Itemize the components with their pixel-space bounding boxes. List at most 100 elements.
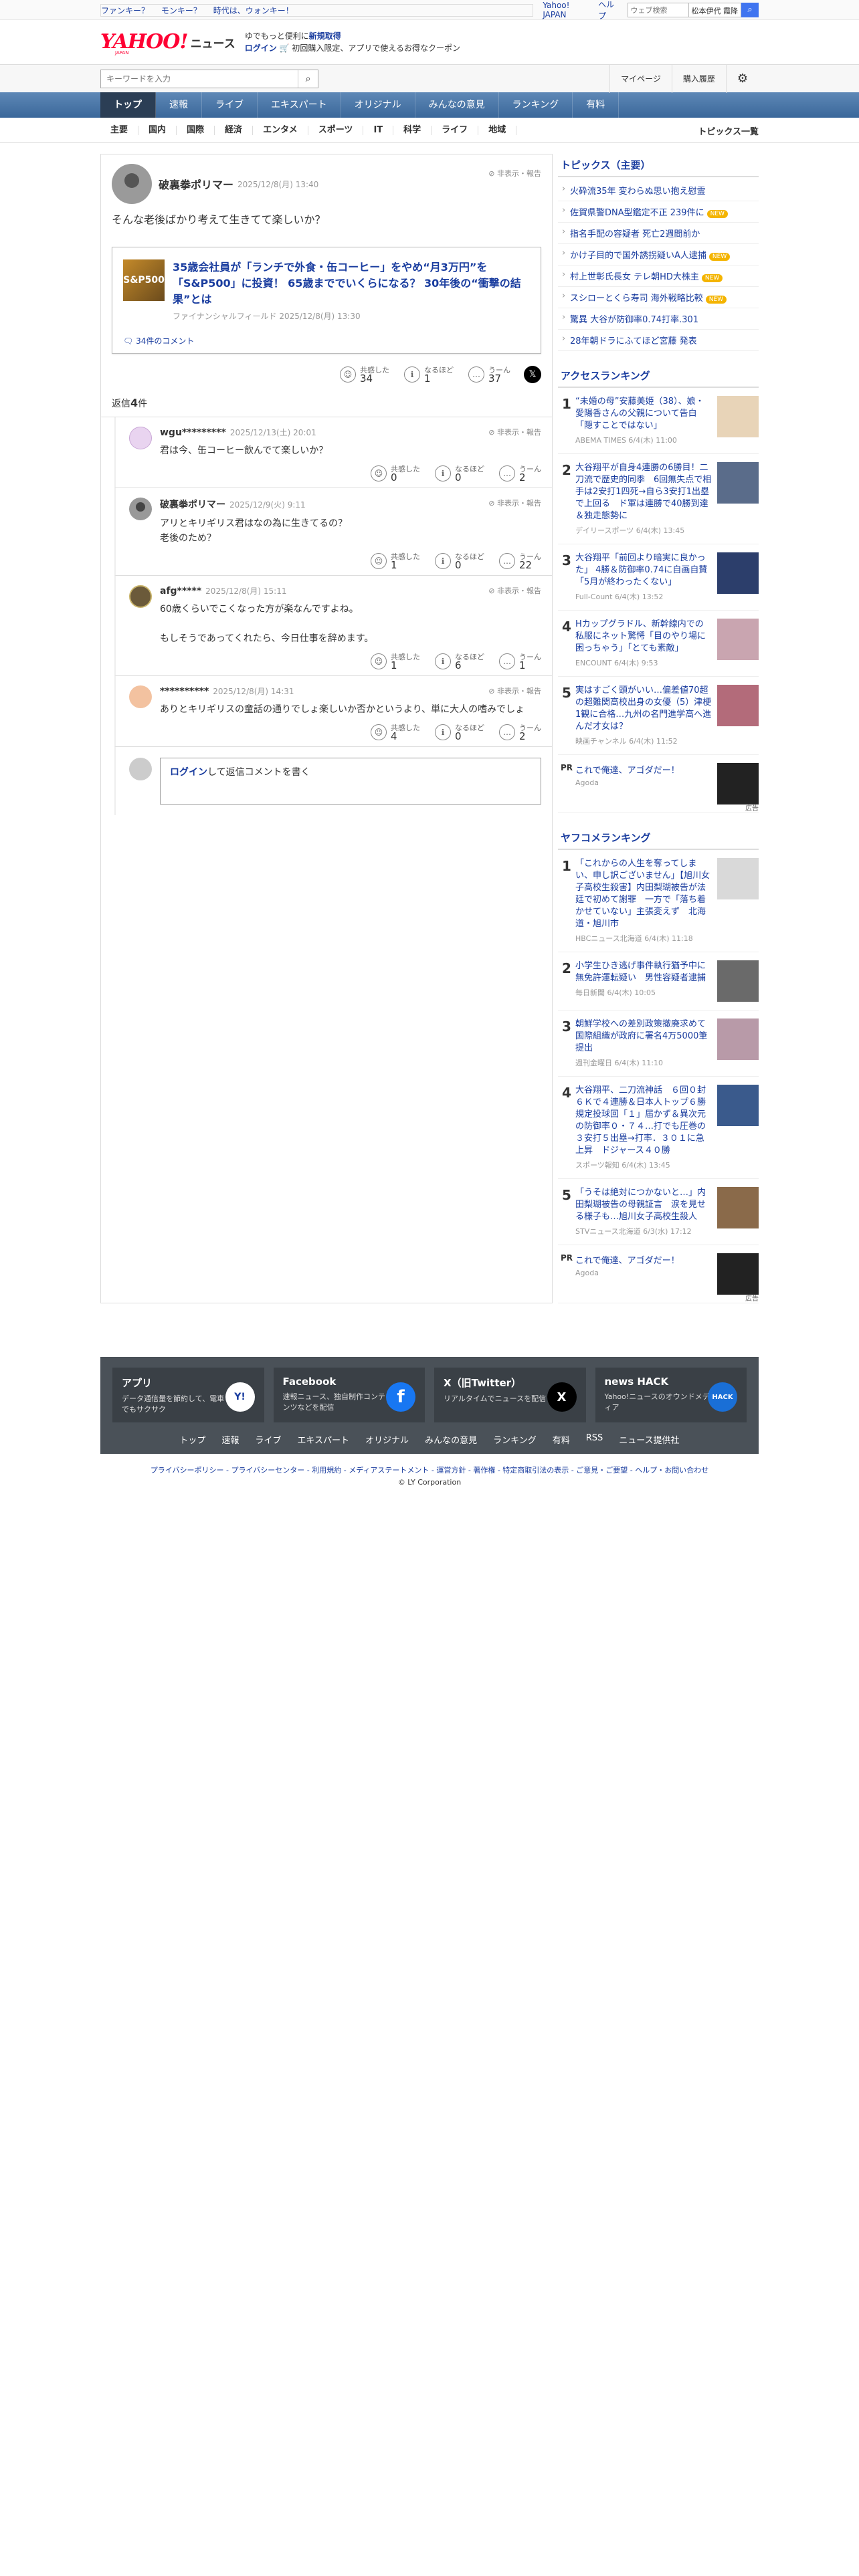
topic-link[interactable]: 佐賀県警DNA型鑑定不正 239件に	[570, 208, 704, 218]
keyword-input[interactable]	[101, 70, 298, 88]
footer-link[interactable]: エキスパート	[289, 1433, 357, 1446]
topic-link[interactable]: かけ子目的で国外誘拐疑いA人逮捕	[570, 251, 706, 261]
hmm-button[interactable]: … うーん 2	[499, 465, 541, 483]
rank-title[interactable]: 大谷翔平「前回より暗実に良かった」 4勝＆防御率0.74に自画自賛「5月が終わっ…	[575, 552, 712, 588]
insight-button[interactable]: ℹ なるほど 0	[435, 552, 484, 570]
empathy-button[interactable]: ☺ 共感した 0	[371, 465, 420, 483]
hmm-button[interactable]: … うーん 37	[468, 366, 510, 384]
topic-link[interactable]: 28年朝ドラにふてほど宮藤 発表	[570, 336, 697, 346]
footer-x-card[interactable]: X（旧Twitter） リアルタイムでニュースを配信 X	[434, 1368, 586, 1422]
web-search-input[interactable]	[627, 3, 689, 17]
footer-link[interactable]: みんなの意見	[417, 1433, 485, 1446]
empathy-button[interactable]: ☺ 共感した 4	[371, 724, 420, 742]
subnav-life[interactable]: ライフ	[432, 126, 479, 135]
rank-title[interactable]: 朝鮮学校への差別政策撤廃求めて国際組織が政府に署名4万5000筆提出	[575, 1018, 712, 1055]
ranking-item[interactable]: 1 「これからの人生を奪ってしまい、申し訳ございません」【旭川女子高校生殺害】内田…	[558, 850, 759, 952]
nav-ranking[interactable]: ランキング	[499, 92, 573, 118]
footer-link[interactable]: ランキング	[485, 1433, 545, 1446]
topic-item[interactable]: スシローとくら寿司 海外戦略比較NEW	[558, 287, 759, 308]
subnav-entertainment[interactable]: エンタメ	[253, 126, 308, 135]
ranking-item[interactable]: 2 小学生ひき逃げ事件執行猶予中に無免許運転疑い 男性容疑者逮捕 毎日新聞 6/4(…	[558, 952, 759, 1010]
yahoo-japan-link[interactable]: Yahoo! JAPAN	[543, 1, 589, 19]
search-icon[interactable]: ⌕	[298, 70, 318, 88]
rank-title[interactable]: 実はすごく頭がいい…偏差値70超の超難関高校出身の女優（5）津梗1観に合格…九州…	[575, 685, 712, 733]
nav-paid[interactable]: 有料	[573, 92, 619, 118]
article-title[interactable]: 35歳会社員が「ランチで外食・缶コーヒー」をやめ“月3万円”を「S&P500」に…	[173, 259, 530, 308]
footer-facebook-card[interactable]: Facebook 速報ニュース、独自制作コンテンツなどを配信 f	[273, 1368, 425, 1422]
nav-original[interactable]: オリジナル	[341, 92, 415, 118]
ranking-item[interactable]: 5 「うそは絶対につかないと…」内田梨瑚被告の母親証言 涙を見せる様子も…旭川女子…	[558, 1179, 759, 1245]
rank-title[interactable]: “未婚の母”安藤美姫（38）、娘・愛陽香さんの父親について告白「隠すことではない…	[575, 396, 712, 432]
signup-link[interactable]: 新規取得	[309, 31, 341, 41]
subnav-it[interactable]: IT	[363, 126, 394, 135]
search-icon[interactable]: ⌕	[741, 3, 759, 17]
legal-links-text[interactable]: プライバシーポリシー - プライバシーセンター - 利用規約 - メディアステー…	[100, 1465, 759, 1477]
nav-top[interactable]: トップ	[100, 92, 156, 118]
x-share-icon[interactable]: 𝕏	[524, 366, 541, 383]
subnav-science[interactable]: 科学	[393, 126, 432, 135]
history-link[interactable]: 購入履歴	[671, 65, 726, 93]
rank-title[interactable]: 大谷翔平が自身4連勝の6勝目！二刀流で歴史的同季 6回無失点で相手は2安打1四死…	[575, 462, 712, 522]
footer-link[interactable]: ライブ	[247, 1433, 289, 1446]
reply-input[interactable]: ログインして返信コメントを書く	[160, 758, 541, 804]
gear-icon[interactable]: ⚙	[725, 65, 759, 93]
ranking-item[interactable]: 3 大谷翔平「前回より暗実に良かった」 4勝＆防御率0.74に自画自賛「5月が終わ…	[558, 544, 759, 611]
footer-link[interactable]: RSS	[578, 1433, 611, 1446]
nav-expert[interactable]: エキスパート	[258, 92, 341, 118]
topic-link[interactable]: 村上世彰氏長女 テレ朝HD大株主	[570, 272, 699, 282]
rank-title[interactable]: Hカップグラドル、新幹線内での私服にネット驚愕「目のやり場に困っちゃう」「とても…	[575, 619, 712, 655]
topic-item[interactable]: かけ子目的で国外誘拐疑いA人逮捕NEW	[558, 244, 759, 265]
footer-link[interactable]: 有料	[545, 1433, 578, 1446]
footer-link[interactable]: ニュース提供社	[611, 1433, 687, 1446]
rank-title[interactable]: 「これからの人生を奪ってしまい、申し訳ございません」【旭川女子高校生殺害】内田梨…	[575, 858, 712, 930]
insight-button[interactable]: ℹ なるほど 0	[435, 465, 484, 483]
report-link[interactable]: ⊘ 非表示・報告	[488, 585, 541, 596]
pr-title[interactable]: これで俺達、アゴダだー！	[575, 763, 717, 776]
ranking-item[interactable]: 1 “未婚の母”安藤美姫（38）、娘・愛陽香さんの父親について告白「隠すことではな…	[558, 388, 759, 454]
article-comments-link[interactable]: 🗨 34件のコメント	[123, 335, 530, 346]
topic-item[interactable]: 火砕流35年 変わらぬ思い抱え慰霊	[558, 180, 759, 201]
search-scope-select[interactable]: 松本伊代 霞降	[688, 3, 741, 17]
mypage-link[interactable]: マイページ	[609, 65, 672, 93]
nav-live[interactable]: ライブ	[202, 92, 258, 118]
topic-item[interactable]: 驚異 大谷が防御率0.74打率.301	[558, 308, 759, 330]
ranking-item[interactable]: 4 Hカップグラドル、新幹線内での私服にネット驚愕「目のやり場に困っちゃう」「とて…	[558, 611, 759, 677]
report-link[interactable]: ⊘ 非表示・報告	[488, 685, 541, 696]
pr-ad[interactable]: PR これで俺達、アゴダだー！ Agoda 広告	[558, 755, 759, 813]
topics-list-link[interactable]: トピックス一覧	[698, 124, 759, 137]
subnav-economy[interactable]: 経済	[215, 126, 254, 135]
insight-button[interactable]: ℹ なるほど 6	[435, 653, 484, 671]
footer-link[interactable]: トップ	[171, 1433, 213, 1446]
subnav-sports[interactable]: スポーツ	[308, 126, 364, 135]
reply-user[interactable]: **********	[160, 686, 209, 697]
topic-link[interactable]: 驚異 大谷が防御率0.74打率.301	[570, 315, 698, 325]
subnav-local[interactable]: 地域	[478, 126, 517, 135]
topic-link[interactable]: 指名手配の容疑者 死亡2週間前か	[570, 229, 700, 239]
insight-button[interactable]: ℹ なるほど 1	[404, 366, 454, 384]
rank-title[interactable]: 「うそは絶対につかないと…」内田梨瑚被告の母親証言 涙を見せる様子も…旭川女子高…	[575, 1187, 712, 1223]
topic-link[interactable]: 火砕流35年 変わらぬ思い抱え慰霊	[570, 187, 706, 197]
pr-title[interactable]: これで俺達、アゴダだー！	[575, 1253, 717, 1266]
hmm-button[interactable]: … うーん 22	[499, 552, 541, 570]
report-link[interactable]: ⊘ 非表示・報告	[488, 498, 541, 508]
topic-item[interactable]: 佐賀県警DNA型鑑定不正 239件にNEW	[558, 201, 759, 223]
report-link[interactable]: ⊘ 非表示・報告	[488, 168, 541, 179]
subnav-world[interactable]: 国際	[177, 126, 215, 135]
reply-user[interactable]: afg*****	[160, 586, 201, 597]
rank-title[interactable]: 小学生ひき逃げ事件執行猶予中に無免許運転疑い 男性容疑者逮捕	[575, 960, 712, 984]
nav-opinions[interactable]: みんなの意見	[415, 92, 499, 118]
subnav-domestic[interactable]: 国内	[138, 126, 177, 135]
yahoo-news-logo[interactable]: YAHOO! JAPAN ニュース	[100, 32, 235, 56]
topic-link[interactable]: スシローとくら寿司 海外戦略比較	[570, 294, 703, 304]
reply-user[interactable]: wgu*********	[160, 427, 226, 438]
help-link[interactable]: ヘルプ	[598, 0, 619, 21]
login-link[interactable]: ログイン	[170, 767, 207, 778]
empathy-button[interactable]: ☺ 共感した 34	[340, 366, 389, 384]
hmm-button[interactable]: … うーん 1	[499, 653, 541, 671]
ranking-item[interactable]: 4 大谷翔平、二刀流神話 ６回０封６Ｋで４連勝＆日本人トップ６勝 規定投球回「１」…	[558, 1077, 759, 1179]
ranking-item[interactable]: 5 実はすごく頭がいい…偏差値70超の超難関高校出身の女優（5）津梗1観に合格…九…	[558, 677, 759, 755]
reply-user[interactable]: 破裏拳ポリマー	[160, 500, 225, 510]
login-link[interactable]: ログイン	[245, 43, 277, 53]
ranking-item[interactable]: 3 朝鮮学校への差別政策撤廃求めて国際組織が政府に署名4万5000筆提出 週刊金曜日…	[558, 1010, 759, 1077]
footer-app-card[interactable]: アプリ データ通信量を節約して、電車でもサクサク Y!	[112, 1368, 264, 1422]
